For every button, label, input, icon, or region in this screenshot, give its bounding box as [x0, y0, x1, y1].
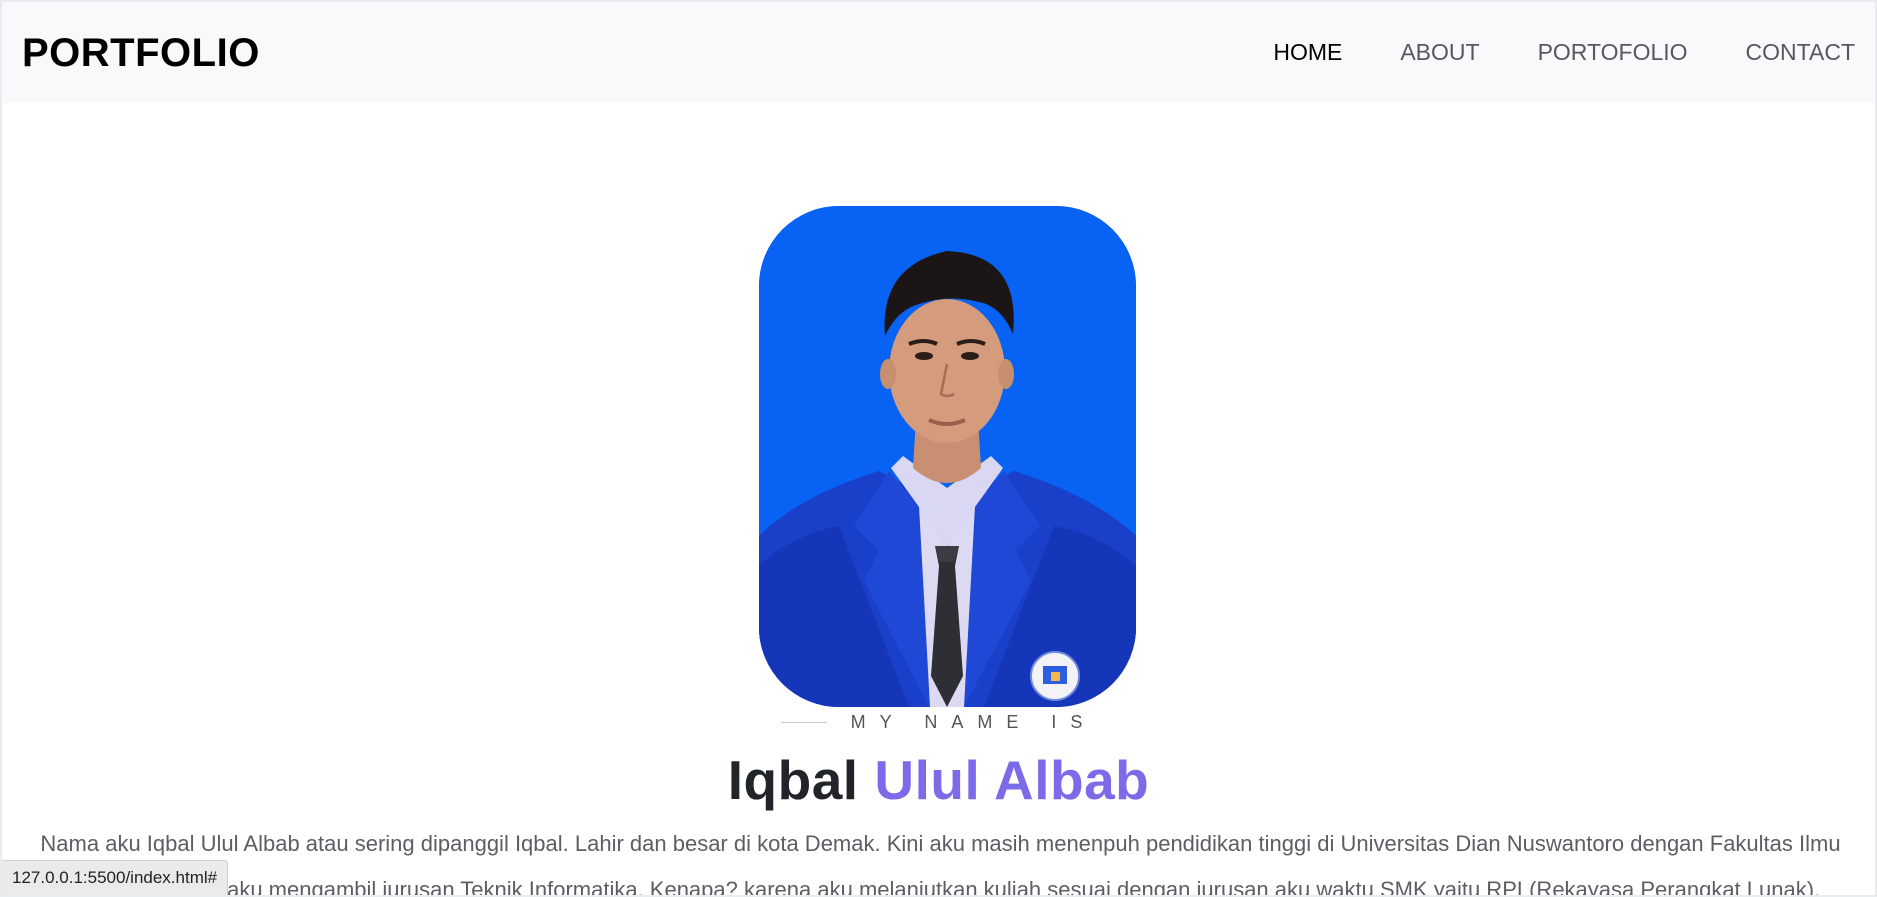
nav-item-portofolio[interactable]: PORTOFOLIO [1509, 41, 1717, 64]
status-bar-url: 127.0.0.1:5500/index.html# [2, 860, 229, 895]
bio-paragraph: Nama aku Iqbal Ulul Albab atau sering di… [40, 831, 1841, 897]
first-name: Iqbal [727, 749, 859, 811]
page: PORTFOLIO HOME ABOUT PORTOFOLIO CONTACT [0, 0, 1877, 897]
nav-menu: HOME ABOUT PORTOFOLIO CONTACT [1244, 41, 1855, 64]
eyebrow-text: MY NAME IS [850, 712, 1097, 732]
profile-photo-illustration [759, 206, 1136, 707]
last-name: Ulul Albab [874, 749, 1150, 811]
brand-logo-link[interactable]: PORTFOLIO [22, 31, 260, 76]
nav-item-home[interactable]: HOME [1244, 41, 1371, 64]
eyebrow-line [780, 722, 827, 723]
nav-item-contact[interactable]: CONTACT [1717, 41, 1855, 64]
hero-name-heading: Iqbal Ulul Albab [2, 743, 1875, 817]
nav-item-about[interactable]: ABOUT [1371, 41, 1508, 64]
eyebrow-label: MY NAME IS [2, 712, 1875, 733]
navbar: PORTFOLIO HOME ABOUT PORTOFOLIO CONTACT [2, 0, 1875, 103]
profile-photo [759, 206, 1136, 707]
